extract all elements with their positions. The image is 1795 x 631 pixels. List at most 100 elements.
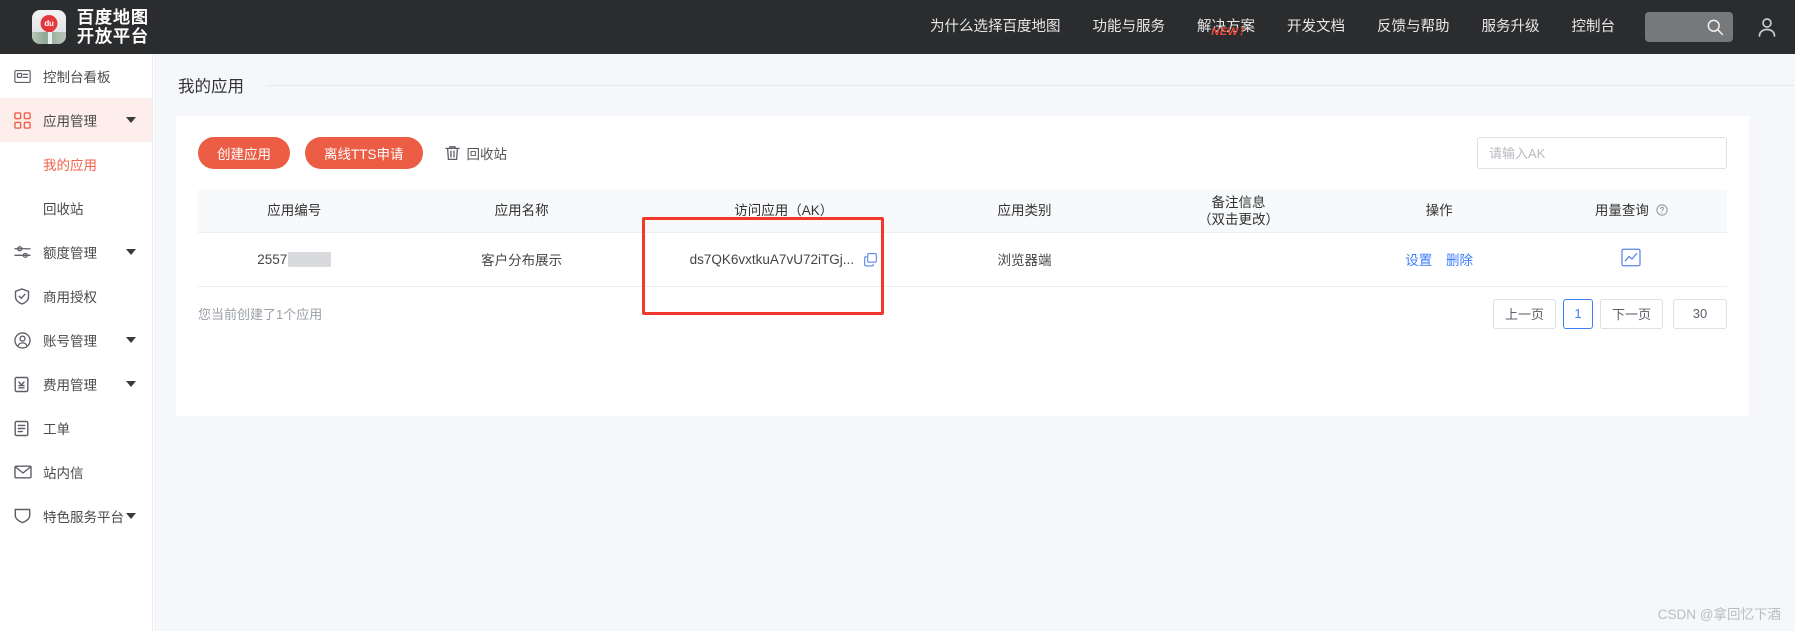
sidebar-item-label: 工单: [43, 422, 70, 437]
main-menu: 为什么选择百度地图 功能与服务 NEW！ 解决方案 开发文档 反馈与帮助 服务升…: [914, 0, 1795, 54]
yuan-doc-icon: [14, 375, 34, 393]
sidebar-item-console-dashboard[interactable]: 控制台看板: [0, 54, 152, 98]
chevron-down-icon: [126, 513, 136, 519]
cell-usage: [1535, 232, 1727, 287]
copy-icon[interactable]: [863, 252, 878, 267]
trash-icon: [444, 146, 460, 161]
column-header-remark-line1: 备注信息: [1211, 194, 1266, 210]
site-logo[interactable]: du 百度地图 开放平台: [32, 0, 149, 54]
column-header-ak: 访问应用（AK）: [652, 190, 915, 233]
sidebar-item-label: 特色服务平台: [43, 510, 124, 525]
sidebar-item-label: 应用管理: [43, 114, 97, 129]
pagination-prev-button[interactable]: 上一页: [1492, 298, 1556, 329]
ak-value-wrap: ds7QK6vxtkuA7vU72iTGj...: [690, 252, 878, 267]
column-header-app-type: 应用类别: [914, 190, 1135, 233]
baidu-map-logo-icon: du: [32, 10, 66, 44]
sidebar-item-account-management[interactable]: 账号管理: [0, 318, 152, 362]
sidebar-item-label: 站内信: [43, 466, 84, 481]
help-circle-icon[interactable]: [1655, 204, 1668, 216]
sidebar-item-billing-management[interactable]: 费用管理: [0, 362, 152, 406]
recycle-bin-link[interactable]: 回收站: [444, 143, 508, 163]
sidebar-item-commercial-license[interactable]: 商用授权: [0, 274, 152, 318]
apps-count-summary: 您当前创建了1个应用: [198, 307, 323, 322]
nav-label: 服务升级: [1481, 19, 1540, 35]
user-avatar-icon: [1758, 18, 1776, 37]
table-header: 应用编号 应用名称 访问应用（AK） 应用类别 备注信息 （双击更改） 操作 用…: [198, 190, 1727, 233]
sidebar-item-quota-management[interactable]: 额度管理: [0, 230, 152, 274]
column-header-usage-label: 用量查询: [1594, 203, 1649, 219]
envelope-icon: [14, 463, 34, 481]
sidebar-item-featured-service-platform[interactable]: 特色服务平台: [0, 494, 152, 538]
chevron-down-icon: [126, 337, 136, 343]
sliders-icon: [14, 243, 34, 261]
column-header-actions: 操作: [1342, 190, 1536, 233]
sidebar-item-app-management[interactable]: 应用管理: [0, 98, 152, 142]
sidebar-item-label: 账号管理: [43, 334, 97, 349]
cell-app-name: 客户分布展示: [390, 232, 653, 287]
cell-app-type: 浏览器端: [914, 232, 1135, 287]
global-search-input[interactable]: [1645, 12, 1733, 42]
apps-panel: 创建应用 离线TTS申请 回收站 请输入AK 应用编号 应用名称 访问应用（AK…: [176, 116, 1749, 416]
column-header-usage: 用量查询: [1535, 190, 1727, 233]
pagination-page-size[interactable]: 30: [1673, 298, 1727, 329]
sidebar-item-label: 商用授权: [43, 290, 97, 305]
ak-search-input[interactable]: [1477, 137, 1727, 169]
sidebar-item-label: 控制台看板: [43, 70, 111, 85]
top-navigation-bar: du 百度地图 开放平台 为什么选择百度地图 功能与服务 NEW！ 解决方案 开…: [0, 0, 1795, 54]
recycle-bin-label: 回收站: [466, 147, 508, 162]
column-header-remark-line2: （双击更改）: [1198, 211, 1280, 227]
nav-label: 为什么选择百度地图: [930, 19, 1061, 35]
cell-ak: ds7QK6vxtkuA7vU72iTGj...: [652, 232, 915, 287]
column-header-app-id: 应用编号: [198, 190, 391, 233]
pagination-next-button[interactable]: 下一页: [1599, 298, 1663, 329]
csdn-watermark: CSDN @拿回忆下酒: [1657, 607, 1781, 622]
nav-label: 功能与服务: [1092, 19, 1166, 35]
nav-item-why-baidu-map[interactable]: 为什么选择百度地图: [914, 0, 1077, 54]
chart-line-icon[interactable]: [1621, 248, 1641, 267]
app-id-value: 2557: [257, 251, 332, 267]
apps-grid-icon: [14, 111, 34, 129]
logo-line-1: 百度地图: [77, 8, 149, 27]
delete-link[interactable]: 删除: [1446, 253, 1473, 268]
pagination-page-1[interactable]: 1: [1562, 298, 1593, 329]
sidebar-subitem-label: 我的应用: [43, 158, 97, 173]
page-header: 我的应用: [154, 54, 1795, 116]
sidebar-subitem-recycle-bin[interactable]: 回收站: [0, 186, 152, 230]
settings-link[interactable]: 设置: [1405, 253, 1432, 268]
user-account-button[interactable]: [1755, 15, 1779, 39]
nav-item-feedback-help[interactable]: 反馈与帮助: [1361, 0, 1466, 54]
sidebar-item-work-order[interactable]: 工单: [0, 406, 152, 450]
search-icon: [1707, 19, 1724, 36]
nav-label: 开发文档: [1287, 19, 1345, 35]
offline-tts-request-button[interactable]: 离线TTS申请: [305, 137, 423, 169]
sidebar-item-inbox-message[interactable]: 站内信: [0, 450, 152, 494]
nav-item-features-services[interactable]: 功能与服务: [1077, 0, 1182, 54]
header-divider: [266, 84, 1795, 86]
table-row[interactable]: 2557 客户分布展示 ds7QK6vxtkuA7vU72iTGj... 浏览器…: [198, 232, 1727, 287]
create-app-button[interactable]: 创建应用: [198, 137, 290, 169]
sidebar-subitem-label: 回收站: [43, 202, 84, 217]
nav-item-developer-docs[interactable]: 开发文档: [1271, 0, 1361, 54]
sidebar-subitem-my-apps[interactable]: 我的应用: [0, 142, 152, 186]
logo-text: 百度地图 开放平台: [77, 8, 149, 46]
pagination: 上一页 1 下一页 30: [1492, 298, 1727, 329]
sidebar-item-label: 费用管理: [43, 378, 97, 393]
table-header-row: 应用编号 应用名称 访问应用（AK） 应用类别 备注信息 （双击更改） 操作 用…: [198, 190, 1727, 233]
cell-app-id: 2557: [198, 232, 391, 287]
sidebar-navigation: 控制台看板 应用管理 我的应用 回收站 额度管理 商用授权 账号管理 费用管理 …: [0, 54, 153, 631]
chevron-down-icon: [126, 117, 136, 123]
dashboard-icon: [14, 67, 34, 85]
nav-item-console[interactable]: 控制台: [1556, 0, 1632, 54]
main-content: 我的应用 创建应用 离线TTS申请 回收站 请输入AK 应用编号 应用名称 访问…: [154, 54, 1795, 631]
nav-item-solutions[interactable]: NEW！ 解决方案: [1181, 0, 1271, 54]
cell-remark[interactable]: [1134, 232, 1343, 287]
logo-road-graphic: [32, 32, 66, 44]
chevron-down-icon: [126, 249, 136, 255]
apps-toolbar: 创建应用 离线TTS申请 回收站: [198, 136, 1727, 170]
nav-label: 反馈与帮助: [1377, 19, 1450, 35]
map-pin-icon: du: [40, 15, 58, 32]
shield-check-icon: [14, 287, 34, 305]
column-header-remark: 备注信息 （双击更改）: [1134, 190, 1343, 233]
nav-item-service-upgrade[interactable]: 服务升级: [1466, 0, 1556, 54]
ak-text: ds7QK6vxtkuA7vU72iTGj...: [689, 251, 854, 267]
